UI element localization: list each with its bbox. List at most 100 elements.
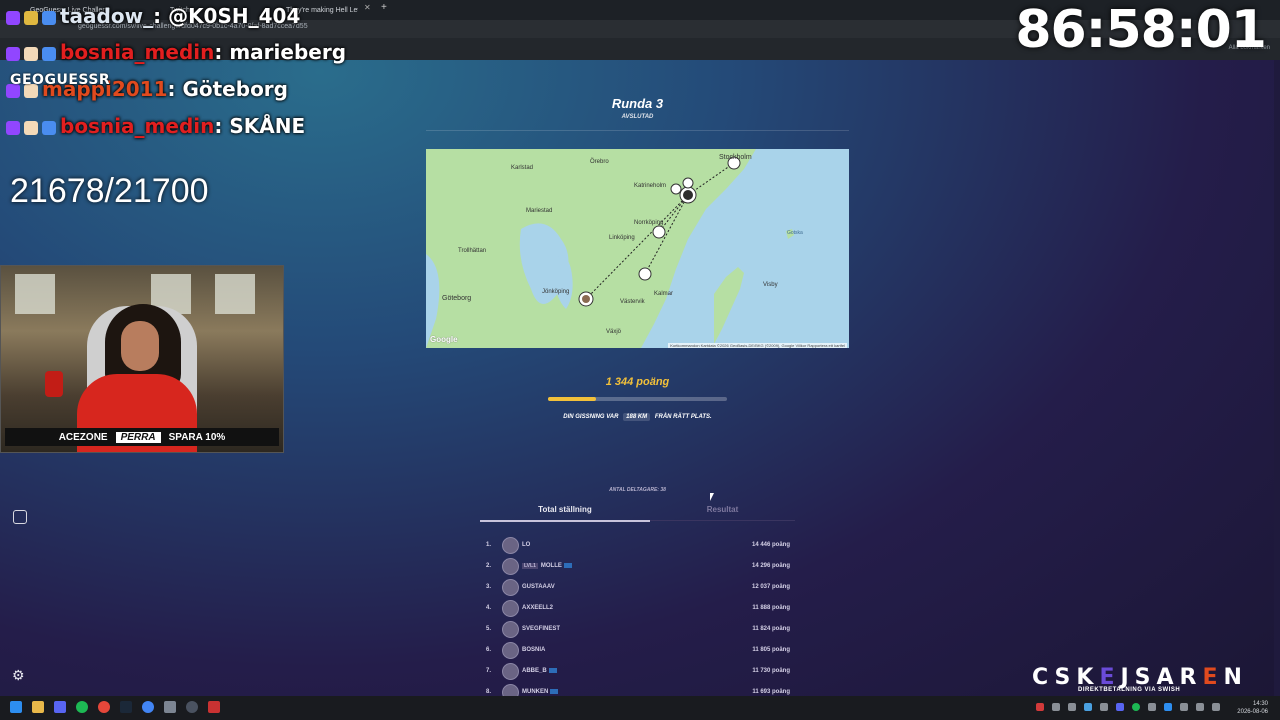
standings-tabs: Total ställning Resultat: [480, 505, 795, 525]
player-name: ABBE_B: [522, 668, 547, 675]
guess-pin[interactable]: [652, 225, 666, 239]
new-tab-icon[interactable]: +: [381, 2, 387, 13]
row-points: 14 296 poäng: [751, 563, 790, 569]
tray-icon[interactable]: [1052, 703, 1060, 711]
tab-total-standings[interactable]: Total ställning: [480, 505, 650, 522]
divider: [426, 130, 849, 131]
close-tab-icon[interactable]: ✕: [364, 3, 371, 12]
distance-prefix: DIN GISSNING VAR: [563, 414, 619, 420]
row-player-name[interactable]: ABBE_B: [522, 668, 557, 674]
volume-icon[interactable]: [1212, 703, 1220, 711]
row-rank: 3.: [486, 584, 492, 590]
row-rank: 2.: [486, 563, 492, 569]
row-player-name[interactable]: SVEGFINEST: [522, 626, 560, 632]
standings-row[interactable]: 6. BOSNIA 11 805 poäng: [480, 641, 792, 659]
app-icon[interactable]: [186, 701, 198, 713]
row-points: 11 805 poäng: [752, 647, 790, 653]
tray-icon[interactable]: [1180, 703, 1188, 711]
row-points: 11 693 poäng: [752, 689, 790, 695]
standings-row[interactable]: 2. LVL1 MOLLE 14 296 poäng: [480, 557, 792, 575]
chat-message: bosnia_medin: SKÅNE: [6, 114, 305, 138]
row-player-name[interactable]: AXXEELL2: [522, 605, 553, 611]
chat-username: bosnia_medin: [60, 114, 215, 138]
row-player-name[interactable]: LO: [522, 542, 530, 548]
standings-row[interactable]: 5. SVEGFINEST 11 824 poäng: [480, 620, 792, 638]
map-label-vastervik: Västervik: [620, 299, 645, 305]
map-label-katrineholm: Katrineholm: [634, 183, 667, 189]
map-label-mariestad: Mariestad: [526, 208, 553, 214]
standings-row[interactable]: 4. AXXEELL2 11 888 poäng: [480, 599, 792, 617]
tray-icon[interactable]: [1068, 703, 1076, 711]
map-attribution[interactable]: Kortkommandon Kartdata ©2026 GeoBasis-DE…: [668, 343, 847, 348]
row-rank: 8.: [486, 689, 492, 695]
chat-username: taadow_: [60, 4, 154, 28]
avatar: [502, 663, 519, 680]
map-label-trollhattan: Trollhättan: [458, 248, 487, 254]
tab-results[interactable]: Resultat: [650, 505, 795, 521]
chat-separator: :: [214, 40, 230, 64]
tray-icon[interactable]: [1148, 703, 1156, 711]
chat-text: Göteborg: [182, 77, 288, 101]
app-icon[interactable]: [164, 701, 176, 713]
map-label-norrkoping: Norrköping: [634, 220, 664, 226]
chat-separator: :: [214, 114, 230, 138]
row-rank: 7.: [486, 668, 492, 674]
extension-icon[interactable]: [13, 510, 27, 524]
standings-row[interactable]: 7. ABBE_B 11 730 poäng: [480, 662, 792, 680]
sponsor-subtitle: DIREKTBETALNING VIA SWISH: [1078, 687, 1181, 693]
twitch-icon: [6, 120, 20, 135]
guess-pin[interactable]: [682, 177, 694, 189]
spotify-icon[interactable]: [76, 701, 88, 713]
badge-icon: [24, 46, 38, 61]
tray-icon[interactable]: [1036, 703, 1044, 711]
steam-icon[interactable]: [120, 701, 132, 713]
guess-pin[interactable]: [638, 267, 652, 281]
app-icon[interactable]: [98, 701, 110, 713]
player-tag: LVL1: [522, 563, 538, 570]
tray-icon[interactable]: [1132, 703, 1140, 711]
tray-icon[interactable]: [1084, 703, 1092, 711]
flag-icon: [563, 563, 572, 568]
player-name: BOSNIA: [522, 647, 546, 653]
row-player-name[interactable]: MUNKEN: [522, 689, 559, 695]
app-icon[interactable]: [208, 701, 220, 713]
map-label-gotska: Gotska: [787, 230, 803, 236]
standings-row[interactable]: 1. LO 14 446 poäng: [480, 536, 792, 554]
gear-icon[interactable]: ⚙: [12, 668, 26, 682]
chrome-icon[interactable]: [142, 701, 154, 713]
badge-icon: [24, 120, 38, 135]
windows-start-icon[interactable]: [10, 701, 22, 713]
twitch-icon: [6, 46, 20, 61]
row-rank: 4.: [486, 605, 492, 611]
avatar: [502, 642, 519, 659]
chat-separator: :: [167, 77, 183, 101]
row-rank: 1.: [486, 542, 492, 548]
map-svg: [426, 149, 794, 348]
bluetooth-icon[interactable]: [1164, 703, 1172, 711]
chat-text: SKÅNE: [229, 114, 306, 138]
row-points: 11 730 poäng: [752, 668, 790, 674]
avatar: [502, 621, 519, 638]
chat-message: bosnia_medin: marieberg: [6, 40, 346, 64]
row-player-name[interactable]: LVL1 MOLLE: [522, 563, 572, 570]
network-icon[interactable]: [1196, 703, 1204, 711]
result-map[interactable]: Stockholm Örebro Karlstad Katrineholm No…: [426, 149, 849, 348]
standings-row[interactable]: 3. GUSTAAAV 12 037 poäng: [480, 578, 792, 596]
row-player-name[interactable]: BOSNIA: [522, 647, 545, 653]
avatar: [502, 558, 519, 575]
badge-icon: [24, 10, 38, 25]
discord-icon[interactable]: [54, 701, 66, 713]
avatar: [502, 537, 519, 554]
map-label-goteborg: Göteborg: [442, 295, 472, 302]
chat-separator: :: [153, 4, 169, 28]
player-name: GUSTAAAV: [522, 584, 555, 590]
tray-icon[interactable]: [1100, 703, 1108, 711]
file-explorer-icon[interactable]: [32, 701, 44, 713]
row-points: 14 446 poäng: [751, 542, 790, 548]
distance-suffix: FRÅN RÄTT PLATS.: [654, 414, 712, 420]
guess-pin[interactable]: [670, 183, 682, 195]
row-player-name[interactable]: GUSTAAAV: [522, 584, 555, 590]
tray-icon[interactable]: [1116, 703, 1124, 711]
acezone-logo: ACEZONE: [58, 431, 108, 443]
taskbar-clock[interactable]: 14:30 2026-08-06: [1237, 700, 1268, 716]
